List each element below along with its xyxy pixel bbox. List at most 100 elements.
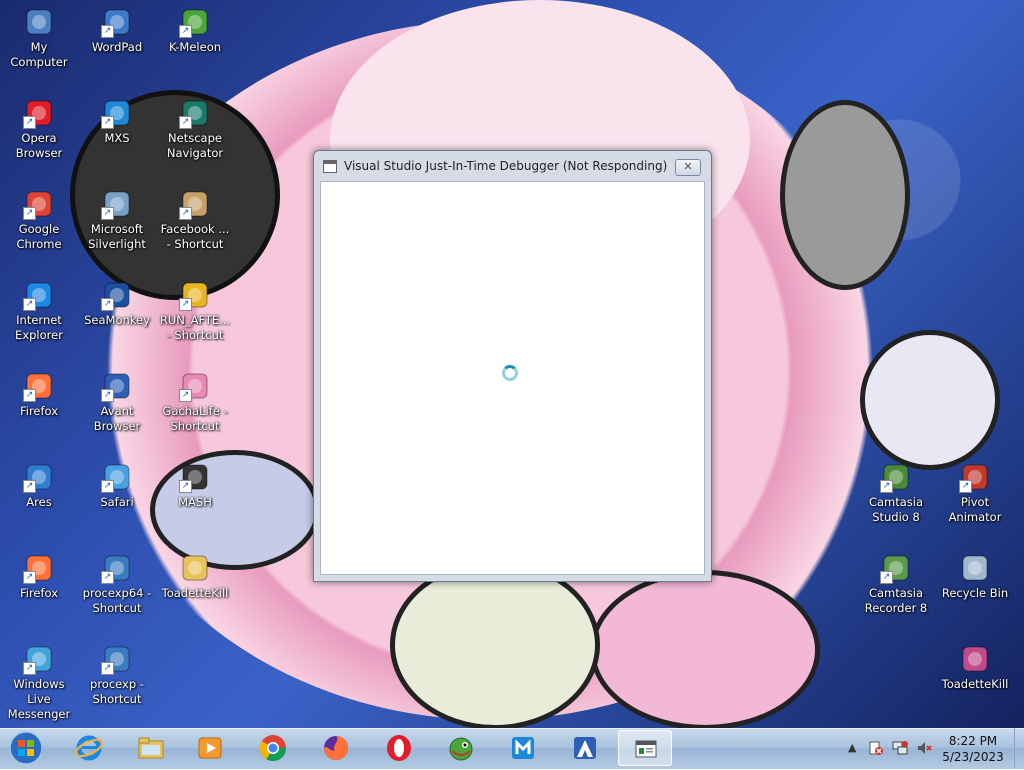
desktop-icon[interactable]: ↗ WordPad bbox=[79, 6, 155, 55]
taskbar-media-player[interactable] bbox=[183, 730, 237, 766]
volume-muted-icon[interactable] bbox=[916, 740, 932, 756]
taskbar-k-meleon[interactable] bbox=[434, 730, 488, 766]
wordpad-icon: ↗ bbox=[101, 6, 133, 38]
desktop-icon-label: Internet Explorer bbox=[15, 313, 63, 342]
desktop-icon-label: My Computer bbox=[10, 40, 68, 69]
taskbar-file-explorer[interactable] bbox=[124, 730, 178, 766]
avant-icon: ↗ bbox=[101, 370, 133, 402]
desktop-icon[interactable]: ↗ Opera Browser bbox=[1, 97, 77, 161]
safari-icon: ↗ bbox=[101, 461, 133, 493]
desktop-icon-label: Recycle Bin bbox=[941, 586, 1009, 600]
firefox-icon: ↗ bbox=[23, 552, 55, 584]
taskbar-maxthon[interactable] bbox=[496, 730, 550, 766]
desktop-icon[interactable]: ↗ GachaLife - Shortcut bbox=[157, 370, 233, 434]
show-desktop-button[interactable] bbox=[1014, 728, 1024, 768]
wallpaper-character-grey bbox=[780, 100, 910, 290]
shortcut-arrow-icon: ↗ bbox=[880, 571, 893, 584]
desktop-icon-label: Opera Browser bbox=[15, 131, 63, 160]
desktop-icon-label: Safari bbox=[100, 495, 134, 509]
shortcut-arrow-icon: ↗ bbox=[179, 25, 192, 38]
shortcut-arrow-icon: ↗ bbox=[179, 389, 192, 402]
desktop-icon[interactable]: ↗ Avant Browser bbox=[79, 370, 155, 434]
camtasia-icon: ↗ bbox=[880, 461, 912, 493]
show-hidden-icons-button[interactable]: ▲ bbox=[848, 741, 856, 754]
clock-date: 5/23/2023 bbox=[942, 750, 1004, 764]
desktop-icon[interactable]: ↗ Google Chrome bbox=[1, 188, 77, 252]
desktop-icon[interactable]: ↗ Firefox bbox=[1, 370, 77, 419]
taskbar-internet-explorer[interactable] bbox=[62, 730, 116, 766]
desktop-icon[interactable]: ↗ Camtasia Studio 8 bbox=[858, 461, 934, 525]
chrome-icon: ↗ bbox=[23, 188, 55, 220]
shortcut-arrow-icon: ↗ bbox=[101, 571, 114, 584]
desktop-icon[interactable]: ↗ Firefox bbox=[1, 552, 77, 601]
desktop-icon[interactable]: ↗ Ares bbox=[1, 461, 77, 510]
network-icon[interactable] bbox=[892, 740, 908, 756]
desktop-icon-label: GachaLife - Shortcut bbox=[162, 404, 228, 433]
firefox-icon: ↗ bbox=[23, 370, 55, 402]
taskbar-opera[interactable] bbox=[372, 730, 426, 766]
desktop-icon[interactable]: ↗ MASH bbox=[157, 461, 233, 510]
shortcut-arrow-icon: ↗ bbox=[179, 207, 192, 220]
window-app-icon bbox=[323, 160, 337, 173]
desktop-icon-label: MXS bbox=[104, 131, 130, 145]
desktop-icon-label: WordPad bbox=[91, 40, 143, 54]
desktop-icon[interactable]: ↗ K-Meleon bbox=[157, 6, 233, 55]
shortcut-arrow-icon: ↗ bbox=[23, 389, 36, 402]
gachalife-icon: ↗ bbox=[179, 370, 211, 402]
desktop-icon[interactable]: ↗ SeaMonkey bbox=[79, 279, 155, 328]
taskbar-avant[interactable] bbox=[558, 730, 612, 766]
taskbar-chrome[interactable] bbox=[246, 730, 300, 766]
maxthon-icon bbox=[512, 737, 534, 759]
wallpaper-character-light bbox=[390, 560, 600, 728]
procexp-icon: ↗ bbox=[101, 643, 133, 675]
window-client-area bbox=[320, 181, 705, 575]
desktop-icon-label: Windows Live Messenger bbox=[7, 677, 71, 721]
shortcut-arrow-icon: ↗ bbox=[179, 298, 192, 311]
desktop-icon[interactable]: ↗ Microsoft Silverlight bbox=[79, 188, 155, 252]
desktop-icon[interactable]: ↗ MXS bbox=[79, 97, 155, 146]
start-button[interactable] bbox=[6, 730, 46, 766]
k-meleon-icon: ↗ bbox=[179, 6, 211, 38]
desktop-icon[interactable]: ↗ Safari bbox=[79, 461, 155, 510]
desktop-icon[interactable]: ↗ Netscape Navigator bbox=[157, 97, 233, 161]
desktop-icon[interactable]: ↗ Camtasia Recorder 8 bbox=[858, 552, 934, 616]
desktop-icon-label: Microsoft Silverlight bbox=[88, 222, 146, 251]
desktop-icon[interactable]: ↗ Windows Live Messenger bbox=[1, 643, 77, 722]
shortcut-arrow-icon: ↗ bbox=[23, 207, 36, 220]
action-center-icon[interactable] bbox=[868, 740, 884, 756]
desktop-icon[interactable]: ↗ procexp - Shortcut bbox=[79, 643, 155, 707]
clock-time: 8:22 PM bbox=[948, 734, 998, 748]
desktop-icon-label: Facebook ... - Shortcut bbox=[160, 222, 230, 251]
desktop-icon[interactable]: ToadetteKill bbox=[937, 643, 1013, 692]
procexp-icon: ↗ bbox=[101, 552, 133, 584]
desktop-icon-label: Camtasia Studio 8 bbox=[868, 495, 924, 524]
desktop-icon-label: Avant Browser bbox=[93, 404, 141, 433]
desktop-icon[interactable]: ↗ Pivot Animator bbox=[937, 461, 1013, 525]
close-button[interactable]: ✕ bbox=[675, 159, 701, 176]
window-titlebar[interactable]: Visual Studio Just-In-Time Debugger (Not… bbox=[314, 151, 711, 181]
desktop-icon-label: Google Chrome bbox=[16, 222, 62, 251]
tray-clock[interactable]: 8:22 PM 5/23/2023 bbox=[940, 733, 1006, 765]
desktop-icon[interactable]: ↗ procexp64 - Shortcut bbox=[79, 552, 155, 616]
desktop-icon-label: SeaMonkey bbox=[84, 313, 150, 327]
desktop-icon-label: ToadetteKill bbox=[941, 677, 1009, 691]
windows-orb-icon bbox=[9, 731, 43, 765]
netscape-icon: ↗ bbox=[179, 97, 211, 129]
jit-debugger-window[interactable]: Visual Studio Just-In-Time Debugger (Not… bbox=[313, 150, 712, 582]
desktop-icon[interactable]: My Computer bbox=[1, 6, 77, 70]
desktop-icon[interactable]: Recycle Bin bbox=[937, 552, 1013, 601]
shortcut-arrow-icon: ↗ bbox=[23, 298, 36, 311]
desktop-icon-label: Netscape Navigator bbox=[166, 131, 224, 160]
desktop-icon[interactable]: ↗ Internet Explorer bbox=[1, 279, 77, 343]
seamonkey-icon: ↗ bbox=[101, 279, 133, 311]
taskbar-firefox[interactable] bbox=[309, 730, 363, 766]
camtasia-recorder-icon: ↗ bbox=[880, 552, 912, 584]
ares-icon: ↗ bbox=[23, 461, 55, 493]
firefox-icon bbox=[324, 736, 348, 760]
desktop-icon[interactable]: ↗ RUN_AFTE... - Shortcut bbox=[157, 279, 233, 343]
silverlight-icon: ↗ bbox=[101, 188, 133, 220]
desktop-icon[interactable]: ↗ Facebook ... - Shortcut bbox=[157, 188, 233, 252]
taskbar-jit-debugger[interactable] bbox=[618, 730, 672, 766]
desktop-icon-label: Ares bbox=[26, 495, 52, 509]
desktop-icon[interactable]: ToadetteKill bbox=[157, 552, 233, 601]
